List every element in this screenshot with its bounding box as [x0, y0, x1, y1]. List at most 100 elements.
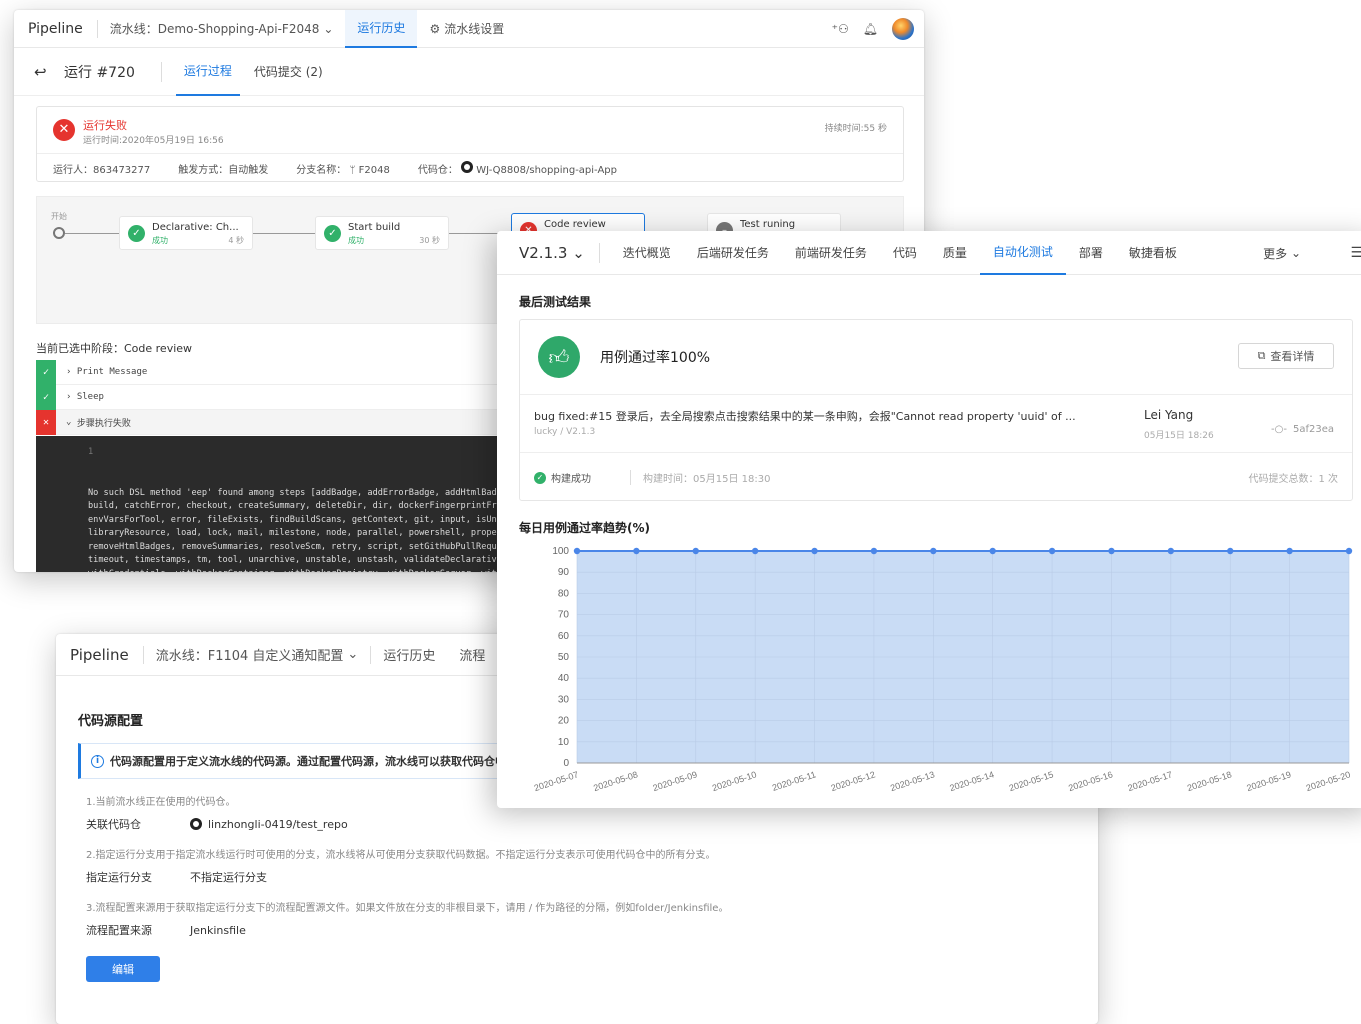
nav-item[interactable]: 部署 [1066, 231, 1116, 275]
status-title: 运行失败 [83, 119, 127, 132]
x-tick-label: 2020-05-18 [1186, 769, 1233, 793]
chevron-right-icon: › [66, 367, 77, 377]
add-member-icon[interactable]: ⁺⚇ [832, 22, 849, 36]
pipeline-selector[interactable]: 流水线：Demo-Shopping-Api-F2048 ⌄ [98, 10, 346, 48]
nav-item[interactable]: 质量 [930, 231, 980, 275]
pass-rate: 用例通过率100% [600, 350, 711, 366]
data-point [1286, 547, 1293, 555]
back-arrow-icon[interactable]: ↩ [34, 63, 64, 81]
repo-label: 代码仓： [417, 165, 458, 176]
commit-message[interactable]: bug fixed:#15 登录后，去全局搜索点击搜索结果中的某一条申购，会报"… [534, 408, 1076, 424]
branch: 分支名称： ᛘ F2048 [296, 161, 390, 176]
chevron-down-icon: ⌄ [323, 21, 334, 36]
github-icon [461, 161, 474, 173]
version-selector[interactable]: V2.1.3 ⌄ [497, 242, 600, 263]
branch-row: 指定运行分支 不指定运行分支 [78, 869, 1076, 885]
start-label: 开始 [51, 212, 67, 221]
build-status-label: 构建成功 [551, 474, 591, 485]
stage-name: Declarative: Ch... [152, 222, 239, 233]
data-point [1108, 547, 1115, 555]
tab-run-process[interactable]: 运行过程 [175, 48, 240, 96]
nav-item[interactable]: 前端研发任务 [782, 231, 880, 275]
github-icon [190, 818, 202, 830]
build-status: ✓ 构建成功 [534, 470, 591, 485]
header-actions: ⁺⚇ 🔔︎ [832, 10, 914, 48]
check-icon: ✓ [324, 225, 341, 242]
x-tick-label: 2020-05-09 [652, 769, 699, 793]
tab-run-history[interactable]: 运行历史 [371, 636, 447, 674]
tab-pipeline-settings[interactable]: ⚙ 流水线设置 [417, 10, 516, 48]
branch-label: 分支名称： [296, 165, 347, 176]
y-tick-label: 80 [558, 588, 570, 599]
nav-item[interactable]: 后端研发任务 [684, 231, 782, 275]
data-point [930, 547, 937, 555]
stage-status: 成功 [152, 236, 168, 245]
last-result-title: 最后测试结果 [519, 295, 592, 309]
build-time: 构建时间：05月15日 18:30 [630, 470, 770, 485]
hint-3: 3.流程配置来源用于获取指定运行分支下的流程配置源文件。如果文件放在分支的非根目… [86, 903, 729, 914]
brand-logo: Pipeline [28, 20, 83, 37]
author-time: 05月15日 18:26 [1144, 431, 1214, 441]
view-details-button[interactable]: ⧉ 查看详情 [1238, 343, 1334, 369]
run-status-card: ✕ 运行失败 运行时间:2020年05月19日 16:56 持续时间:55 秒 … [36, 106, 904, 182]
stage-name: Code review [544, 219, 606, 230]
automation-test-window: V2.1.3 ⌄ 迭代概览 后端研发任务 前端研发任务 代码 质量 自动化测试 … [497, 231, 1361, 808]
nav-item[interactable]: 迭代概览 [610, 231, 684, 275]
nav-item-active[interactable]: 自动化测试 [979, 231, 1066, 275]
repo-name[interactable]: linzhongli-0419/test_repo [208, 818, 348, 831]
nav-item[interactable]: 敏捷看板 [1116, 231, 1190, 275]
tab-code-commits[interactable]: 代码提交 (2) [246, 48, 331, 96]
step-label: 步骤执行失败 [76, 418, 131, 429]
y-tick-label: 60 [558, 631, 570, 642]
stage-node[interactable]: ✓ Start build 成功 30 秒 [315, 216, 449, 250]
nav-item[interactable]: 代码 [880, 231, 930, 275]
avatar[interactable] [892, 18, 914, 40]
y-tick-label: 10 [558, 737, 570, 748]
x-tick-label: 2020-05-14 [948, 769, 995, 793]
branch-name[interactable]: F2048 [359, 165, 390, 176]
x-tick-label: 2020-05-11 [771, 769, 817, 793]
version-label: V2.1.3 [519, 243, 568, 262]
y-tick-label: 30 [558, 694, 570, 705]
y-tick-label: 70 [558, 610, 570, 621]
x-tick-label: 2020-05-12 [830, 769, 877, 793]
data-point [1048, 547, 1056, 555]
source-key: 流程配置来源 [86, 924, 152, 937]
repo-row: 关联代码仓 linzhongli-0419/test_repo [78, 816, 1076, 832]
list-icon[interactable]: ☰ [1350, 231, 1361, 275]
data-point [692, 547, 699, 555]
repo-name[interactable]: WJ-Q8808/shopping-api-App [476, 165, 617, 176]
tab-flow[interactable]: 流程 [447, 636, 497, 674]
y-tick-label: 50 [558, 652, 570, 663]
run-time: 运行时间:2020年05月19日 16:56 [83, 136, 224, 146]
source-value: Jenkinsfile [190, 923, 246, 937]
top-nav: Pipeline 流水线：Demo-Shopping-Api-F2048 ⌄ 运行… [14, 10, 924, 48]
stage-node[interactable]: ✓ Declarative: Ch... 成功 4 秒 [119, 216, 253, 250]
x-tick-label: 2020-05-20 [1305, 769, 1352, 793]
gear-icon: ⚙ [429, 21, 441, 36]
run-subbar: ↩ 运行 #720 运行过程 代码提交 (2) [14, 48, 924, 96]
data-point [1345, 547, 1353, 555]
pipeline-selector[interactable]: 流水线：F1104 自定义通知配置 ⌄ [144, 636, 371, 674]
close-icon: ✕ [36, 409, 56, 435]
branch-value: 不指定运行分支 [190, 871, 267, 884]
bell-icon[interactable]: 🔔︎ [863, 22, 878, 36]
check-icon: ✓ [36, 384, 56, 410]
result-card: 👍︎ 用例通过率100% ⧉ 查看详情 bug fixed:#15 登录后，去全局… [519, 319, 1353, 501]
step-label: Sleep [76, 392, 104, 402]
run-title: 运行 #720 [64, 61, 162, 82]
x-tick-label: 2020-05-15 [1008, 769, 1055, 793]
data-point [1167, 547, 1175, 555]
edit-button[interactable]: 编辑 [86, 956, 160, 982]
x-tick-label: 2020-05-10 [711, 769, 758, 793]
commit-id: 5af23ea [1292, 424, 1334, 435]
branch-icon: ᛘ [349, 165, 356, 176]
connector [65, 233, 119, 234]
tab-run-history[interactable]: 运行历史 [345, 10, 418, 48]
brand-logo: Pipeline [70, 645, 129, 664]
more-menu[interactable]: 更多 ⌄ [1263, 231, 1301, 275]
commit-source: lucky / V2.1.3 [534, 427, 596, 437]
external-link-icon: ⧉ [1257, 349, 1266, 362]
chevron-down-icon: ⌄ [66, 417, 77, 427]
commit-hash[interactable]: -○- 5af23ea [1271, 424, 1334, 435]
